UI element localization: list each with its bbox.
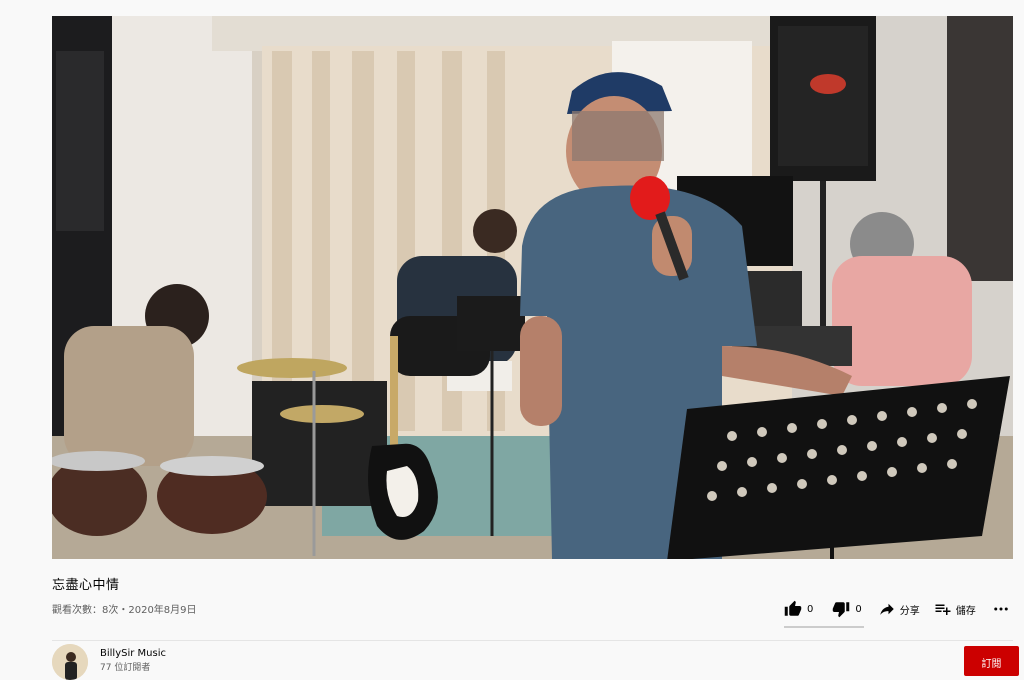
video-actions: 0 0 分享 儲存 <box>784 596 1010 622</box>
video-title: 忘盡心中情 <box>52 578 120 593</box>
playlist-add-icon <box>934 600 952 618</box>
dislike-button[interactable]: 0 <box>832 600 862 618</box>
video-views-date: 觀看次數：8次・2020年8月9日 <box>52 605 197 616</box>
dislike-count: 0 <box>855 603 862 615</box>
like-button[interactable]: 0 <box>784 600 813 618</box>
share-icon <box>878 600 896 618</box>
like-ratio-bar <box>784 626 864 628</box>
more-actions-button[interactable] <box>992 600 1010 618</box>
subscribe-button[interactable]: 訂閱 <box>964 646 1019 676</box>
save-label: 儲存 <box>955 605 976 617</box>
share-label: 分享 <box>899 605 920 617</box>
channel-avatar[interactable] <box>52 644 88 680</box>
share-button[interactable]: 分享 <box>878 600 920 618</box>
channel-name[interactable]: BillySir Music <box>100 648 166 659</box>
section-divider <box>52 640 1013 641</box>
video-player[interactable] <box>52 16 1013 559</box>
subscriber-count: 77 位訂閱者 <box>100 663 151 673</box>
like-count: 0 <box>807 603 814 615</box>
thumb-up-icon <box>784 600 802 618</box>
video-frame <box>52 16 1013 559</box>
save-button[interactable]: 儲存 <box>934 600 976 618</box>
thumb-down-icon <box>832 600 850 618</box>
more-icon <box>992 600 1010 618</box>
